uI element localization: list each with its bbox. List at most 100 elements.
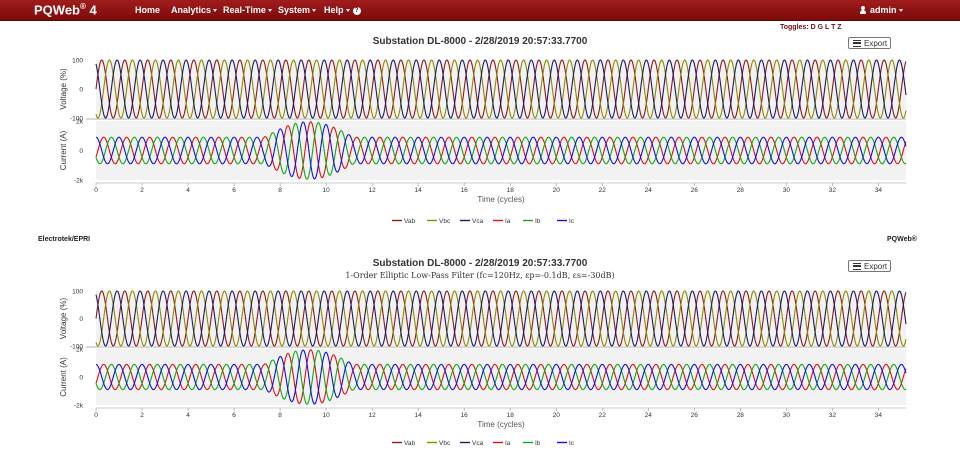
x-tick-label: 32 [829, 412, 837, 419]
current-axis-label: Current (A) [59, 130, 68, 170]
x-tick-label: 30 [783, 187, 791, 194]
legend-label: Ic [569, 440, 575, 447]
x-tick-label: 26 [691, 412, 699, 419]
legend-item-Vca: Vca [460, 440, 484, 447]
x-tick-label: 14 [415, 187, 423, 194]
x-tick-label: 32 [829, 187, 837, 194]
brand-version: 4 [85, 2, 97, 18]
current-tick-label: -2k [74, 403, 84, 410]
x-tick-label: 24 [645, 187, 653, 194]
x-tick-label: 6 [232, 187, 236, 194]
voltage-tick-label: 0 [79, 87, 83, 94]
x-tick-label: 2 [140, 187, 144, 194]
nav-analytics[interactable]: Analytics [171, 5, 218, 15]
nav-home-label: Home [135, 5, 161, 15]
x-tick-label: 10 [322, 412, 330, 419]
export-label: Export [864, 39, 888, 48]
x-tick-label: 0 [94, 412, 98, 419]
x-axis-label: Time (cycles) [477, 195, 525, 204]
nav-analytics-label: Analytics [171, 5, 212, 15]
nav-real-time[interactable]: Real-Time [223, 5, 272, 15]
toggles-label: Toggles: D G L T Z [780, 24, 842, 31]
x-tick-label: 4 [186, 412, 190, 419]
menu-icon [853, 263, 861, 270]
legend-label: Vca [472, 440, 484, 447]
current-tick-label: 0 [79, 148, 83, 155]
x-tick-label: 22 [599, 412, 607, 419]
x-tick-label: 12 [369, 412, 377, 419]
legend-item-Vbc: Vbc [427, 440, 451, 447]
chart-title: Substation DL-8000 - 2/28/2019 20:57:33.… [372, 36, 588, 47]
legend-label: Vca [472, 218, 484, 225]
x-axis-label: Time (cycles) [477, 420, 525, 429]
x-tick-label: 28 [737, 412, 745, 419]
chevron-down-icon [267, 9, 272, 13]
export-button[interactable]: Export [848, 260, 891, 272]
legend-item-Ic: Ic [557, 440, 575, 447]
x-tick-label: 16 [461, 187, 469, 194]
menu-icon [853, 40, 861, 47]
legend-item-Ia: Ia [493, 440, 511, 447]
navbar: PQWeb® 4 Home Analytics Real-Time System… [0, 0, 960, 21]
legend-item-Vbc: Vbc [427, 218, 451, 225]
nav-help[interactable]: Help? [324, 5, 361, 15]
legend-label: Vbc [439, 440, 451, 447]
x-tick-label: 18 [507, 412, 515, 419]
x-tick-label: 30 [783, 412, 791, 419]
chart-subtitle: 1-Order Elliptic Low-Pass Filter (fc=120… [345, 271, 615, 280]
nav-system-label: System [278, 5, 311, 15]
x-tick-label: 8 [278, 412, 282, 419]
nav-help-label: Help [324, 5, 344, 15]
x-tick-label: 34 [875, 187, 883, 194]
chevron-down-icon [312, 9, 317, 13]
chevron-down-icon [213, 9, 218, 13]
legend-label: Vab [404, 440, 415, 447]
x-tick-label: 10 [322, 187, 330, 194]
legend-label: Ia [505, 218, 511, 225]
nav-home[interactable]: Home [135, 5, 160, 15]
current-tick-label: -2k [74, 178, 84, 185]
current-tick-label: 0 [79, 375, 83, 382]
x-tick-label: 20 [553, 412, 561, 419]
legend-label: Ib [535, 440, 541, 447]
x-tick-label: 20 [553, 187, 561, 194]
current-axis-label: Current (A) [59, 357, 68, 397]
legend-item-Ic: Ic [557, 218, 575, 225]
user-menu[interactable]: admin [860, 5, 903, 15]
legend-label: Vbc [439, 218, 451, 225]
x-tick-label: 16 [461, 412, 469, 419]
nav-real-time-label: Real-Time [223, 5, 266, 15]
x-tick-label: 14 [415, 412, 423, 419]
legend-item-Ia: Ia [493, 218, 511, 225]
legend-item-Ib: Ib [523, 218, 541, 225]
x-tick-label: 4 [186, 187, 190, 194]
chart-2: 1000-100Voltage (%)2k0-2kCurrent (A)0 2 4 6… [59, 289, 907, 447]
x-tick-label: 8 [278, 187, 282, 194]
current-tick-label: 2k [76, 347, 84, 354]
voltage-tick-label: 100 [72, 58, 83, 65]
nav-system[interactable]: System [278, 5, 317, 15]
chart-1: 1000-100Voltage (%)2k0-2kCurrent (A)0 2 4 6… [59, 58, 907, 225]
x-tick-label: 22 [599, 187, 607, 194]
x-tick-label: 2 [140, 412, 144, 419]
legend-label: Ic [569, 218, 575, 225]
legend-label: Vab [404, 218, 415, 225]
legend-label: Ib [535, 218, 541, 225]
x-tick-label: 6 [232, 412, 236, 419]
voltage-axis-label: Voltage (%) [59, 297, 68, 339]
voltage-tick-label: 100 [72, 289, 83, 296]
export-button[interactable]: Export [848, 37, 891, 49]
current-tick-label: 2k [76, 119, 84, 126]
legend-item-Ib: Ib [523, 440, 541, 447]
x-tick-label: 28 [737, 187, 745, 194]
user-name: admin [870, 5, 897, 15]
user-icon [860, 6, 866, 14]
legend-item-Vab: Vab [392, 218, 415, 225]
x-tick-label: 34 [875, 412, 883, 419]
legend-item-Vca: Vca [460, 218, 484, 225]
x-tick-label: 18 [507, 187, 515, 194]
brand-logo[interactable]: PQWeb® 4 [34, 2, 97, 17]
x-tick-label: 26 [691, 187, 699, 194]
export-label: Export [864, 262, 888, 271]
x-tick-label: 24 [645, 412, 653, 419]
